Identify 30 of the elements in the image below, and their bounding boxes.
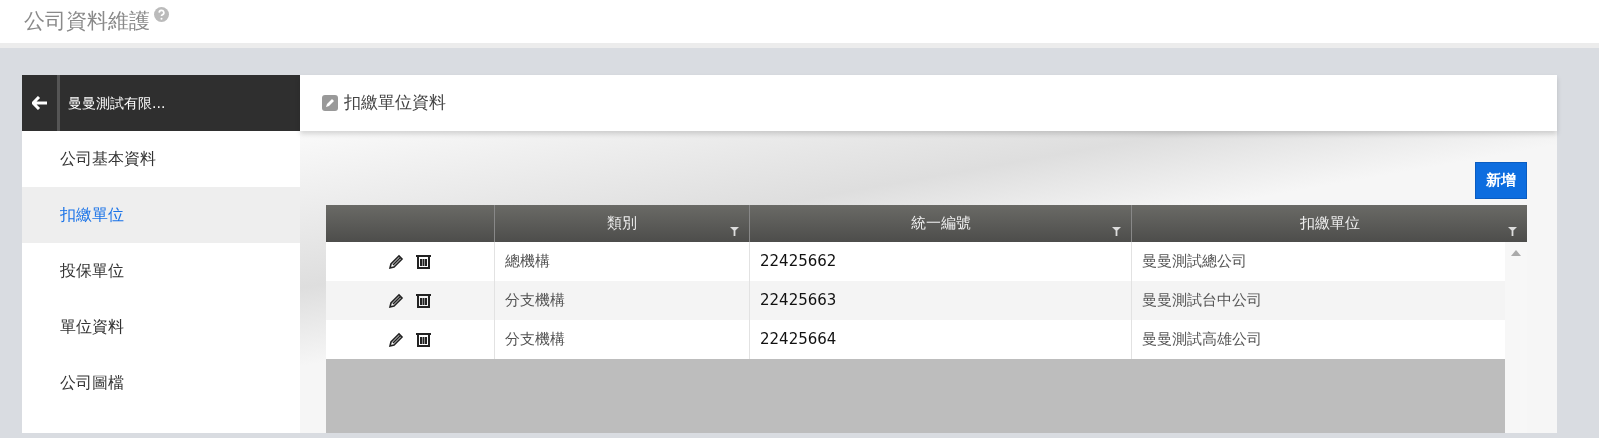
- company-name: 曼曼測試有限...: [67, 93, 166, 113]
- table-cell: 22425663: [749, 280, 1131, 320]
- filter-icon[interactable]: [730, 226, 739, 236]
- column-header: 統一編號: [910, 212, 971, 234]
- table-cell: 總機構: [494, 241, 749, 281]
- sidebar-item[interactable]: 扣繳單位: [22, 187, 300, 243]
- edit-button[interactable]: [388, 330, 405, 348]
- column-header: 類別: [607, 212, 637, 234]
- table-cell: 分支機構: [494, 280, 749, 320]
- page-title: 公司資料維護: [24, 7, 150, 35]
- column-header: 扣繳單位: [1299, 212, 1360, 234]
- sidebar-item[interactable]: 投保單位: [22, 243, 300, 299]
- delete-button[interactable]: [415, 291, 432, 309]
- delete-button[interactable]: [415, 330, 432, 348]
- table-cell: 分支機構: [494, 319, 749, 359]
- filter-icon[interactable]: [1508, 226, 1517, 236]
- scrollbar[interactable]: [1505, 241, 1527, 433]
- edit-icon: [322, 95, 338, 111]
- edit-button[interactable]: [388, 252, 405, 270]
- back-arrow-icon: [31, 96, 48, 110]
- sidebar-item[interactable]: 單位資料: [22, 299, 300, 355]
- sidebar-item[interactable]: 公司圖檔: [22, 355, 300, 411]
- sidebar-item[interactable]: 公司基本資料: [22, 131, 300, 187]
- panel-title: 扣繳單位資料: [344, 91, 446, 115]
- filter-icon[interactable]: [1112, 226, 1121, 236]
- table-cell: 22425662: [749, 241, 1131, 281]
- edit-button[interactable]: [388, 291, 405, 309]
- delete-button[interactable]: [415, 252, 432, 270]
- add-button[interactable]: 新增: [1475, 162, 1527, 199]
- table-cell: 22425664: [749, 319, 1131, 359]
